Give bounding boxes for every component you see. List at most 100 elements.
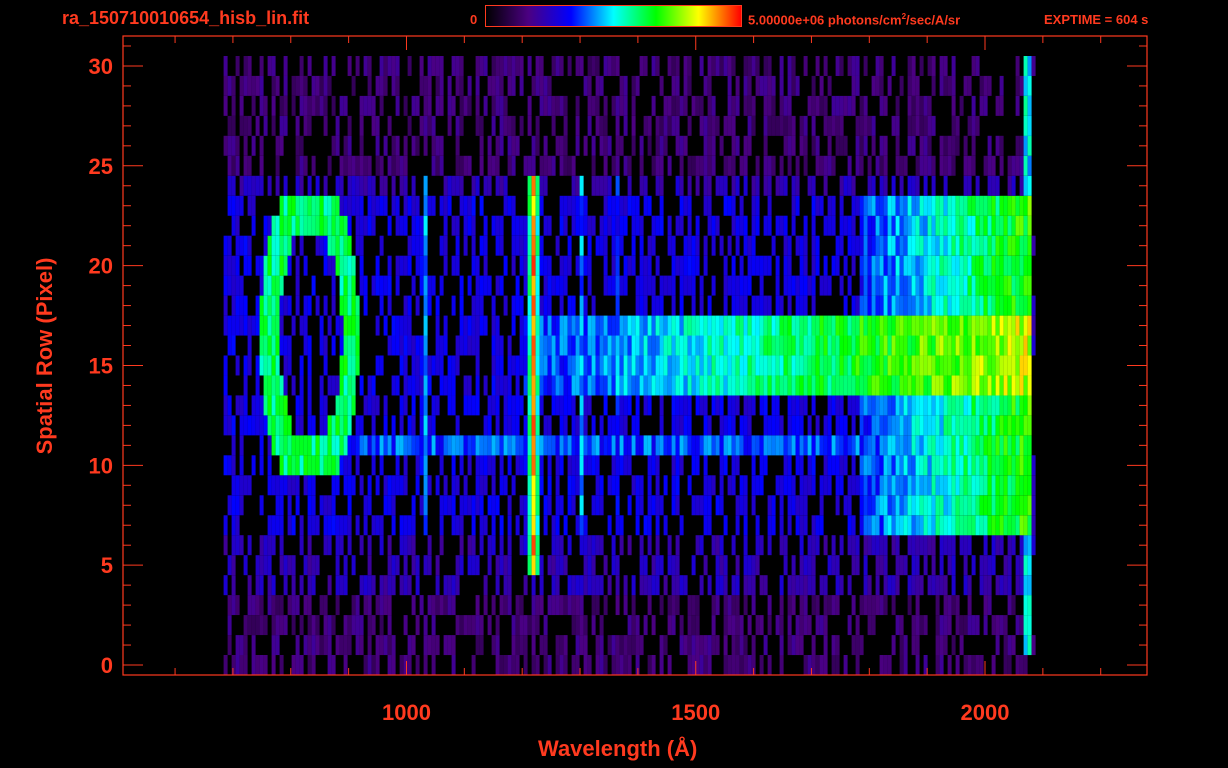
heatmap-cell (587, 315, 592, 336)
heatmap-cell (659, 195, 664, 216)
heatmap-cell (723, 355, 728, 376)
heatmap-cell (543, 175, 548, 196)
heatmap-cell (583, 415, 588, 436)
heatmap-cell (763, 315, 768, 336)
heatmap-cell (567, 495, 572, 516)
heatmap-cell (223, 315, 228, 336)
heatmap-cell (307, 115, 312, 136)
heatmap-cell (939, 415, 944, 436)
heatmap-cell (559, 56, 564, 76)
heatmap-cell (527, 515, 532, 536)
heatmap-cell (763, 95, 768, 116)
heatmap-cell (547, 335, 552, 356)
heatmap-cell (639, 315, 644, 336)
heatmap-cell (819, 155, 824, 176)
heatmap-cell (695, 175, 700, 196)
heatmap-cell (459, 115, 464, 136)
heatmap-cell (623, 155, 628, 176)
heatmap-cell (687, 395, 692, 416)
heatmap-cell (335, 515, 340, 536)
heatmap-cell (223, 395, 228, 416)
heatmap-cell (343, 415, 348, 436)
heatmap-cell (799, 455, 804, 476)
heatmap-cell (331, 435, 336, 456)
heatmap-cell (1007, 535, 1012, 556)
heatmap-cell (575, 175, 580, 196)
heatmap-cell (591, 555, 596, 576)
heatmap-cell (339, 175, 344, 196)
heatmap-cell (499, 375, 504, 396)
heatmap-cell (811, 275, 816, 296)
heatmap-cell (851, 555, 856, 576)
heatmap-cell (623, 275, 628, 296)
heatmap-cell (491, 595, 496, 616)
heatmap-cell (343, 275, 348, 296)
heatmap-cell (623, 95, 628, 116)
heatmap-cell (383, 495, 388, 516)
heatmap-cell (567, 335, 572, 356)
heatmap-cell (575, 515, 580, 536)
heatmap-cell (827, 355, 832, 376)
heatmap-cell (1023, 575, 1028, 596)
heatmap-cell (743, 155, 748, 176)
heatmap-cell (883, 455, 888, 476)
heatmap-cell (367, 535, 372, 556)
heatmap-cell (855, 395, 860, 416)
heatmap-cell (651, 615, 656, 636)
heatmap-cell (879, 215, 884, 236)
heatmap-cell (583, 355, 588, 376)
heatmap-cell (467, 275, 472, 296)
heatmap-cell (883, 655, 888, 675)
heatmap-cell (927, 115, 932, 136)
heatmap-cell (623, 195, 628, 216)
heatmap-cell (707, 195, 712, 216)
heatmap-cell (407, 335, 412, 356)
heatmap-cell (475, 315, 480, 336)
heatmap-cell (927, 475, 932, 496)
heatmap-cell (567, 375, 572, 396)
heatmap-cell (279, 95, 284, 116)
heatmap-cell (671, 495, 676, 516)
heatmap-cell (491, 95, 496, 116)
heatmap-cell (795, 315, 800, 336)
heatmap-cell (731, 415, 736, 436)
heatmap-cell (291, 375, 296, 396)
heatmap-cell (739, 335, 744, 356)
heatmap-cell (491, 495, 496, 516)
heatmap-cell (863, 135, 868, 156)
heatmap-cell (815, 595, 820, 616)
heatmap-cell (667, 615, 672, 636)
heatmap-cell (579, 535, 584, 556)
heatmap-cell (407, 575, 412, 596)
heatmap-cell (799, 335, 804, 356)
heatmap-cell (723, 415, 728, 436)
heatmap-cell (323, 535, 328, 556)
heatmap-cell (715, 635, 720, 656)
heatmap-cell (623, 375, 628, 396)
heatmap-cell (899, 235, 904, 256)
heatmap-cell (799, 595, 804, 616)
heatmap-cell (1027, 395, 1032, 416)
heatmap-cell (955, 315, 960, 336)
heatmap-cell (427, 295, 432, 316)
heatmap-cell (931, 235, 936, 256)
heatmap-cell (551, 95, 556, 116)
heatmap-cell (723, 575, 728, 596)
heatmap-cell (783, 355, 788, 376)
heatmap-cell (291, 655, 296, 675)
heatmap-cell (471, 335, 476, 356)
heatmap-cell (259, 175, 264, 196)
heatmap-cell (903, 655, 908, 675)
heatmap-cell (1003, 655, 1008, 675)
heatmap-cell (879, 475, 884, 496)
heatmap-cell (831, 215, 836, 236)
heatmap-cell (291, 475, 296, 496)
heatmap-cell (283, 235, 288, 256)
heatmap-cell (607, 435, 612, 456)
heatmap-cell (279, 535, 284, 556)
heatmap-cell (475, 455, 480, 476)
heatmap-cell (251, 595, 256, 616)
heatmap-cell (727, 56, 732, 76)
heatmap-cell (983, 295, 988, 316)
heatmap-cell (695, 615, 700, 636)
